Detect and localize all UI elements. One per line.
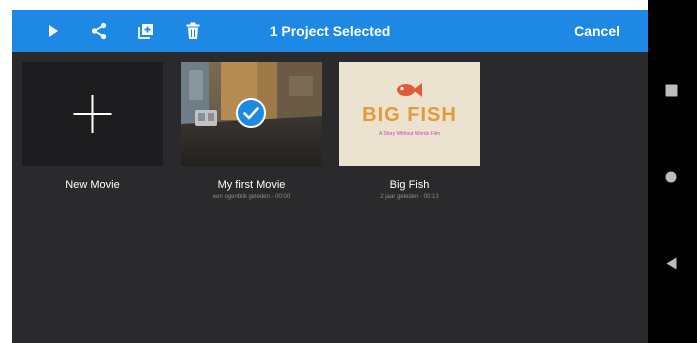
selection-title: 1 Project Selected [269, 23, 391, 39]
cancel-button[interactable]: Cancel [574, 10, 620, 52]
big-fish-tagline: A Story Without Words Film [378, 131, 441, 137]
back-triangle-icon[interactable] [666, 257, 677, 275]
project-thumbnail-big-fish[interactable]: BIG FISH A Story Without Words Film [339, 62, 480, 166]
project-title: New Movie [65, 179, 120, 191]
big-fish-logo-text: BIG FISH [362, 104, 457, 126]
project-subtitle: 2 jaar geleden - 00:13 [380, 194, 439, 200]
new-movie-tile[interactable] [22, 62, 163, 166]
app-window: 1 Project Selected Cancel New Movie My f… [12, 10, 648, 343]
project-thumbnail-my-first-movie[interactable] [181, 62, 322, 166]
selected-check-icon [236, 98, 266, 128]
system-navigation-bar [648, 0, 697, 343]
top-toolbar: 1 Project Selected Cancel [12, 10, 648, 52]
project-title: Big Fish [389, 179, 430, 191]
project-title: My first Movie [217, 179, 286, 191]
recents-square-icon[interactable] [665, 84, 678, 102]
plus-icon [73, 95, 112, 133]
home-circle-icon[interactable] [665, 170, 677, 188]
project-subtitle: een ogenblik geleden - 00:00 [212, 194, 291, 200]
